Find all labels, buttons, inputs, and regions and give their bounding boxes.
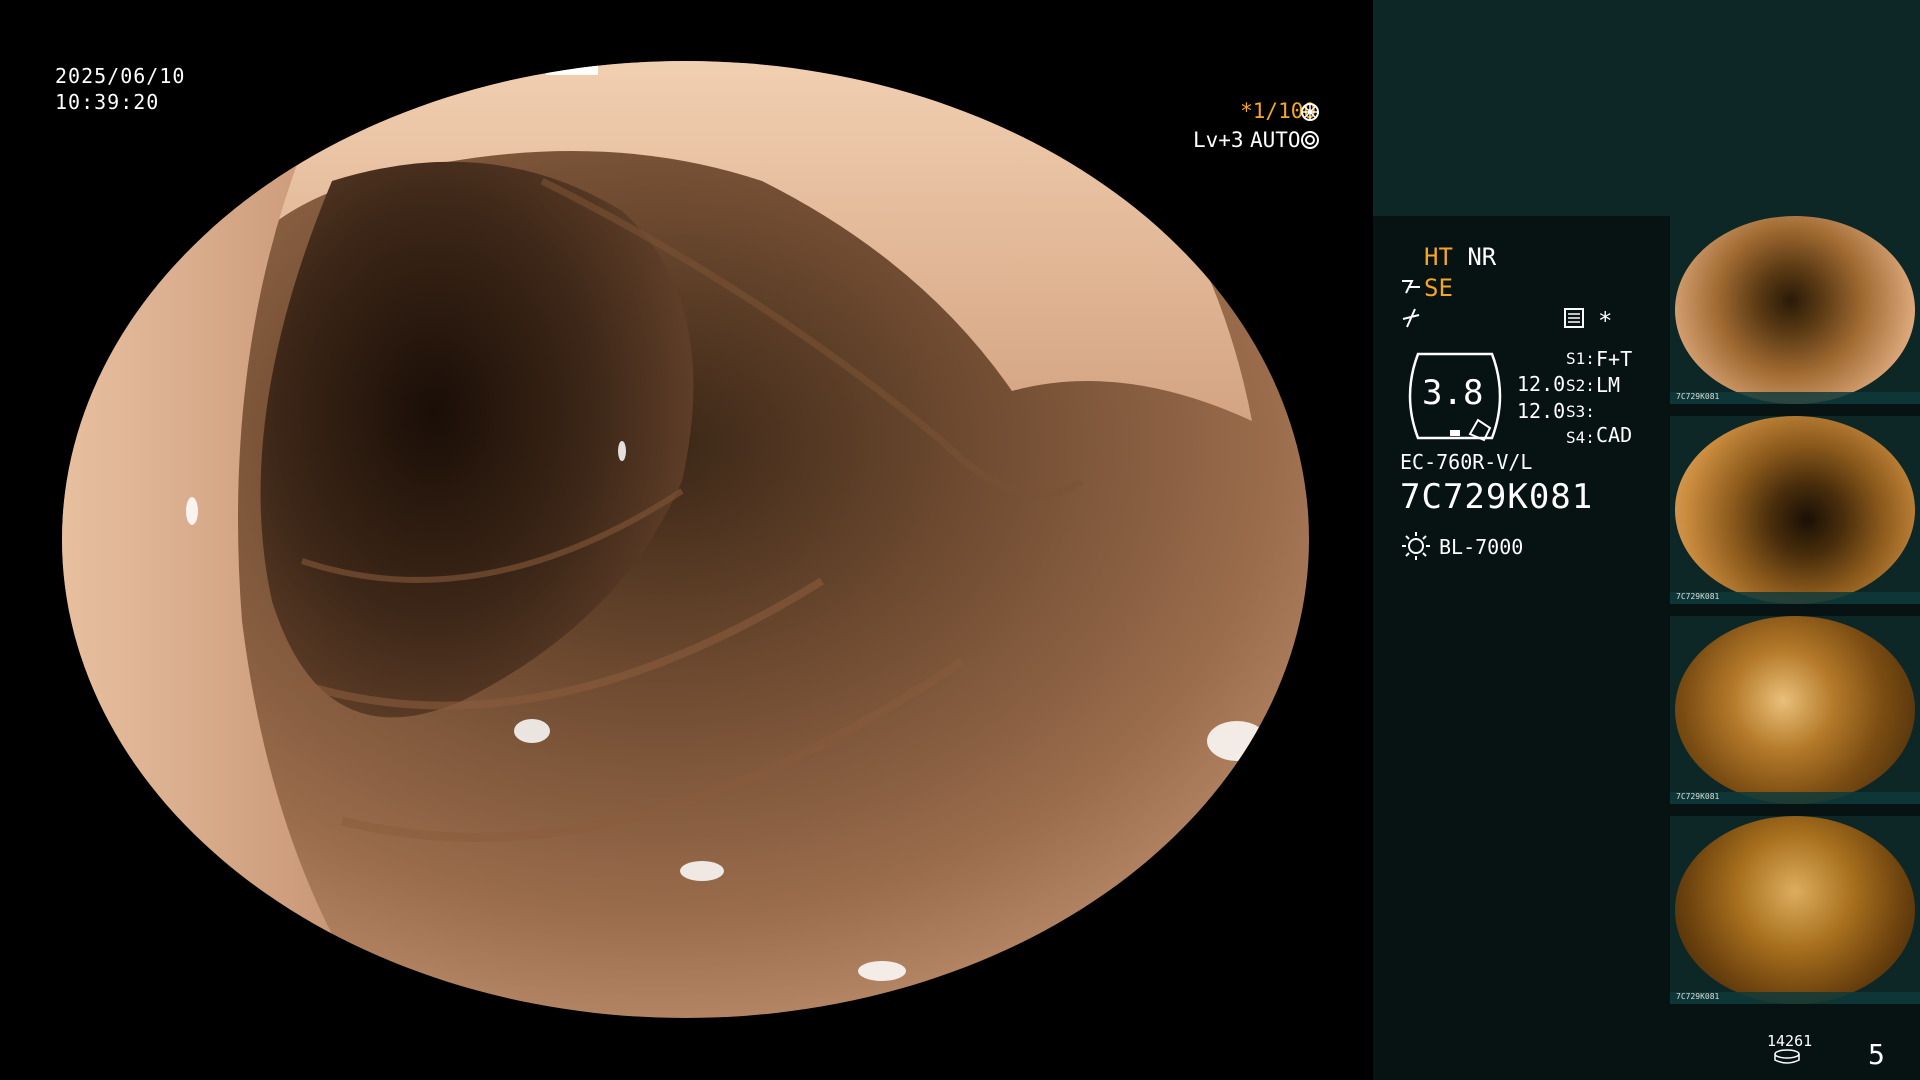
gauge-value: 3.8 [1422, 373, 1484, 413]
aperture-icon [1301, 103, 1319, 121]
thumb-caption: 7C729K081 [1676, 792, 1720, 801]
s2-label: S2: [1566, 376, 1595, 395]
exam-time: 10:39:20 [55, 90, 160, 114]
scope-model: EC-760R-V/L [1400, 450, 1533, 474]
light-source-icon [1402, 532, 1430, 560]
s3-label: S3: [1566, 402, 1595, 421]
captured-image-3[interactable]: 7C729K081 [1670, 616, 1920, 804]
s2-value: LM [1596, 373, 1621, 397]
thumb-caption: 7C729K081 [1676, 392, 1720, 401]
nr-indicator: NR [1467, 243, 1497, 271]
captured-image-1[interactable]: 7C729K081 [1670, 216, 1920, 404]
s4-label: S4: [1566, 428, 1595, 447]
thumb-caption: 7C729K081 [1676, 592, 1720, 601]
s1-label: S1: [1566, 349, 1595, 368]
scope-tip-icon [1402, 280, 1420, 294]
light-level: Lv+3 [1193, 128, 1244, 152]
s4-value: CAD [1596, 423, 1633, 447]
disk-stack-icon [1774, 1049, 1800, 1064]
s1-value: F+T [1596, 347, 1633, 371]
reference-value-2: 12.0 [1517, 399, 1566, 423]
captured-image-4[interactable]: 7C729K081 [1670, 816, 1920, 1004]
exam-date: 2025/06/10 [55, 64, 186, 88]
light-source-model: BL-7000 [1439, 535, 1524, 559]
captured-image-2[interactable]: 7C729K081 [1670, 416, 1920, 604]
star-marker: * [1598, 307, 1613, 335]
scope-serial: 7C729K081 [1400, 477, 1594, 517]
endoscope-live-view [62, 61, 1309, 1018]
reference-value-1: 12.0 [1517, 372, 1566, 396]
ht-indicator: HT NR [1424, 243, 1497, 271]
image-count: 5 [1868, 1038, 1885, 1071]
iris-icon [1301, 131, 1319, 149]
se-indicator: SE [1424, 274, 1453, 302]
storage-count: 14261 [1767, 1032, 1813, 1050]
settings-menu-icon [1564, 308, 1584, 328]
thumb-caption: 7C729K081 [1676, 992, 1720, 1001]
auto-mode: AUTO [1250, 128, 1301, 152]
info-panel-header [1373, 0, 1920, 216]
signal-icon [1402, 308, 1420, 328]
